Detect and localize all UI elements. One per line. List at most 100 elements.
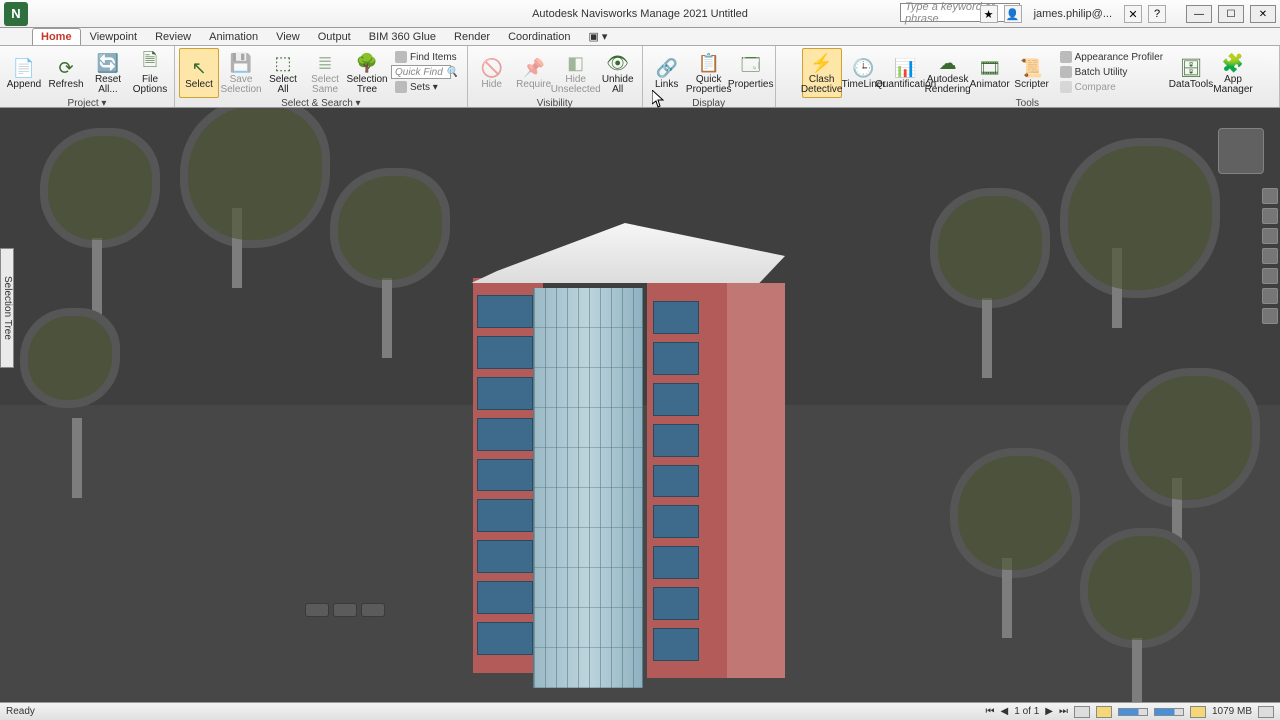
tab-animation[interactable]: Animation bbox=[200, 28, 267, 45]
statusbar: Ready ⏮ ◀ 1 of 1 ▶ ⏭ 1079 MB bbox=[0, 702, 1280, 720]
signin-icon[interactable]: 👤 bbox=[1004, 5, 1022, 23]
selection-tree-sidetab[interactable]: Selection Tree bbox=[0, 248, 14, 368]
scripter-button[interactable]: 📜Scripter bbox=[1012, 48, 1052, 98]
unhide-all-button[interactable]: 👁Unhide All bbox=[598, 48, 638, 98]
tab-coordination[interactable]: Coordination bbox=[499, 28, 579, 45]
find-items-button[interactable]: Find Items bbox=[391, 50, 461, 64]
select-button[interactable]: ↖Select bbox=[179, 48, 219, 98]
select-all-button[interactable]: ⬚Select All bbox=[263, 48, 303, 98]
save-selection-button[interactable]: 💾Save Selection bbox=[221, 48, 261, 98]
help-icon[interactable]: ? bbox=[1148, 5, 1166, 23]
3d-viewport[interactable]: Selection Tree bbox=[0, 108, 1280, 702]
quantification-button[interactable]: 📊Quantification bbox=[886, 48, 926, 98]
tab-review[interactable]: Review bbox=[146, 28, 200, 45]
app-icon[interactable]: N bbox=[4, 2, 28, 26]
hide-icon: 🚫 bbox=[479, 56, 505, 80]
zoom-icon[interactable] bbox=[1262, 228, 1278, 244]
steering-wheel-icon[interactable] bbox=[1262, 188, 1278, 204]
select-same-button[interactable]: ≣Select Same bbox=[305, 48, 345, 98]
datatools-button[interactable]: 🗄DataTools bbox=[1171, 48, 1211, 98]
maximize-button[interactable]: ☐ bbox=[1218, 5, 1244, 23]
quick-properties-button[interactable]: 📋Quick Properties bbox=[689, 48, 729, 98]
gpu-icon[interactable] bbox=[1258, 706, 1274, 718]
cursor-icon: ↖ bbox=[186, 56, 212, 80]
minimize-button[interactable]: — bbox=[1186, 5, 1212, 23]
compare-icon bbox=[1060, 81, 1072, 93]
autodesk-rendering-button[interactable]: ☁Autodesk Rendering bbox=[928, 48, 968, 98]
progress-mem bbox=[1154, 708, 1184, 716]
append-icon: 📄 bbox=[11, 56, 37, 80]
tab-bim360glue[interactable]: BIM 360 Glue bbox=[360, 28, 445, 45]
datatools-icon: 🗄 bbox=[1178, 56, 1204, 80]
app-manager-icon: 🧩 bbox=[1220, 51, 1246, 75]
reset-all-button[interactable]: 🔄Reset All... bbox=[88, 48, 128, 98]
file-options-button[interactable]: 🗎File Options bbox=[130, 48, 170, 98]
building-glass-tower bbox=[533, 288, 643, 688]
links-icon: 🔗 bbox=[654, 56, 680, 80]
animator-button[interactable]: 🎞Animator bbox=[970, 48, 1010, 98]
title: Autodesk Navisworks Manage 2021 Untitled bbox=[532, 8, 748, 20]
pencil-icon[interactable] bbox=[1096, 706, 1112, 718]
hide-unselected-icon: ◧ bbox=[563, 51, 589, 75]
sets-button[interactable]: Sets ▾ bbox=[391, 80, 461, 94]
view-cube[interactable] bbox=[1218, 128, 1264, 174]
nav-prev-icon[interactable]: ◀ bbox=[1001, 706, 1009, 717]
look-icon[interactable] bbox=[1262, 268, 1278, 284]
group-select-search: ↖Select 💾Save Selection ⬚Select All ≣Sel… bbox=[175, 46, 468, 107]
exchange-icon[interactable]: ✕ bbox=[1124, 5, 1142, 23]
navigation-bar bbox=[1262, 188, 1278, 324]
group-project: 📄Append ⟳Refresh 🔄Reset All... 🗎File Opt… bbox=[0, 46, 175, 107]
appearance-profiler-button[interactable]: Appearance Profiler bbox=[1056, 50, 1167, 64]
tab-render[interactable]: Render bbox=[445, 28, 499, 45]
refresh-button[interactable]: ⟳Refresh bbox=[46, 48, 86, 98]
select-all-icon: ⬚ bbox=[270, 51, 296, 75]
tab-addins-toggle[interactable]: ▣ ▾ bbox=[579, 27, 616, 45]
reset-icon: 🔄 bbox=[95, 51, 121, 75]
clash-detective-button[interactable]: ⚡Clash Detective bbox=[802, 48, 842, 98]
hide-unselected-button[interactable]: ◧Hide Unselected bbox=[556, 48, 596, 98]
tab-view[interactable]: View bbox=[267, 28, 309, 45]
app-manager-button[interactable]: 🧩App Manager bbox=[1213, 48, 1253, 98]
append-button[interactable]: 📄Append bbox=[4, 48, 44, 98]
quick-find-input[interactable]: Quick Find 🔍 bbox=[391, 65, 451, 79]
progress-disk bbox=[1118, 708, 1148, 716]
nav-first-icon[interactable]: ⏮ bbox=[986, 706, 995, 717]
tab-viewpoint[interactable]: Viewpoint bbox=[81, 28, 147, 45]
nav-last-icon[interactable]: ⏭ bbox=[1059, 706, 1068, 717]
nav-next-icon[interactable]: ▶ bbox=[1045, 706, 1053, 717]
links-button[interactable]: 🔗Links bbox=[647, 48, 687, 98]
close-button[interactable]: ✕ bbox=[1250, 5, 1276, 23]
save-selection-icon: 💾 bbox=[228, 51, 254, 75]
timeliner-button[interactable]: 🕒TimeLiner bbox=[844, 48, 884, 98]
tab-home[interactable]: Home bbox=[32, 28, 81, 45]
render-icon: ☁ bbox=[935, 51, 961, 75]
building-model[interactable] bbox=[465, 223, 785, 673]
batch-icon bbox=[1060, 66, 1072, 78]
require-button[interactable]: 📌Require bbox=[514, 48, 554, 98]
selection-tree-button[interactable]: 🌳Selection Tree bbox=[347, 48, 387, 98]
parked-cars bbox=[305, 603, 385, 617]
windows-right bbox=[653, 301, 699, 661]
ribbon: 📄Append ⟳Refresh 🔄Reset All... 🗎File Opt… bbox=[0, 46, 1280, 108]
memory-usage: 1079 MB bbox=[1212, 706, 1252, 717]
status-text: Ready bbox=[6, 706, 35, 717]
ribbon-tabs: Home Viewpoint Review Animation View Out… bbox=[0, 28, 1280, 46]
orbit-icon[interactable] bbox=[1262, 248, 1278, 264]
group-visibility: 🚫Hide 📌Require ◧Hide Unselected 👁Unhide … bbox=[468, 46, 643, 107]
infocenter-icon[interactable]: ★ bbox=[980, 5, 998, 23]
select-nav-icon[interactable] bbox=[1262, 308, 1278, 324]
quick-properties-icon: 📋 bbox=[696, 51, 722, 75]
tab-output[interactable]: Output bbox=[309, 28, 360, 45]
sets-icon bbox=[395, 81, 407, 93]
user-label[interactable]: james.philip@... bbox=[1028, 8, 1118, 20]
pan-icon[interactable] bbox=[1262, 208, 1278, 224]
save-status-icon[interactable] bbox=[1190, 706, 1206, 718]
group-tools: ⚡Clash Detective 🕒TimeLiner 📊Quantificat… bbox=[776, 46, 1280, 107]
compare-button[interactable]: Compare bbox=[1056, 80, 1167, 94]
properties-button[interactable]: 🗔Properties bbox=[731, 48, 771, 98]
hide-button[interactable]: 🚫Hide bbox=[472, 48, 512, 98]
walk-icon[interactable] bbox=[1262, 288, 1278, 304]
sheet-browser-icon[interactable] bbox=[1074, 706, 1090, 718]
file-options-icon: 🗎 bbox=[137, 51, 163, 75]
batch-utility-button[interactable]: Batch Utility bbox=[1056, 65, 1167, 79]
